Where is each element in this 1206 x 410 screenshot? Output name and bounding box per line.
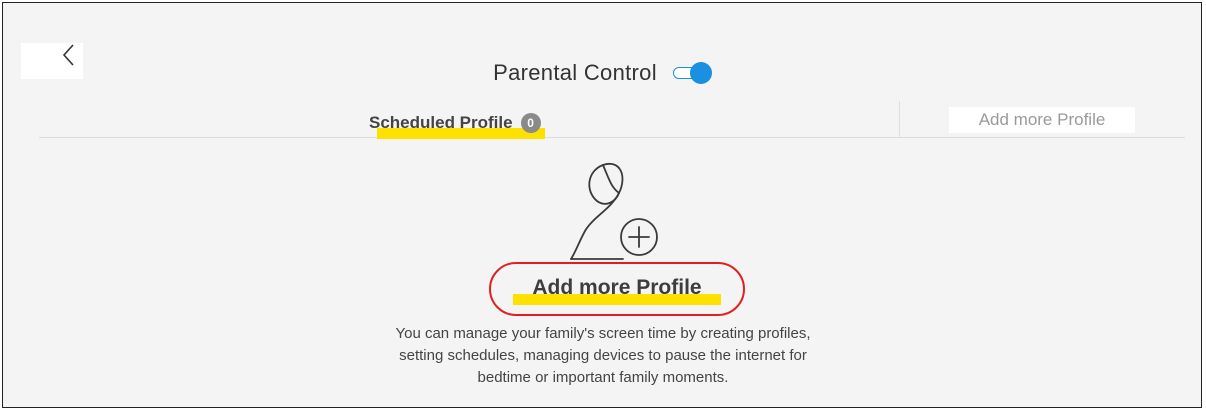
parental-control-toggle[interactable] <box>672 61 713 85</box>
empty-state-description: You can manage your family's screen time… <box>303 323 903 389</box>
add-more-profile-button[interactable]: Add more Profile <box>489 262 745 316</box>
description-line: bedtime or important family moments. <box>477 369 729 386</box>
toggle-knob <box>689 62 712 84</box>
tab-scheduled-label: Scheduled Profile <box>369 113 513 132</box>
tab-scheduled-profile[interactable]: Scheduled Profile 0 <box>369 110 545 139</box>
app-window: Parental Control Scheduled Profile 0 Add… <box>2 2 1202 408</box>
description-line: setting schedules, managing devices to p… <box>399 347 807 364</box>
page-title: Parental Control <box>493 60 657 85</box>
profile-tabs: Scheduled Profile 0 Add more Profile <box>39 101 1185 139</box>
page-header: Parental Control <box>3 55 1201 91</box>
description-line: You can manage your family's screen time… <box>395 325 811 342</box>
add-profile-icon[interactable] <box>563 157 663 263</box>
tab-add-more-profile[interactable]: Add more Profile <box>949 107 1135 133</box>
profile-count-badge: 0 <box>520 113 541 133</box>
add-more-profile-label: Add more Profile <box>532 276 702 299</box>
tab-divider <box>899 101 900 137</box>
